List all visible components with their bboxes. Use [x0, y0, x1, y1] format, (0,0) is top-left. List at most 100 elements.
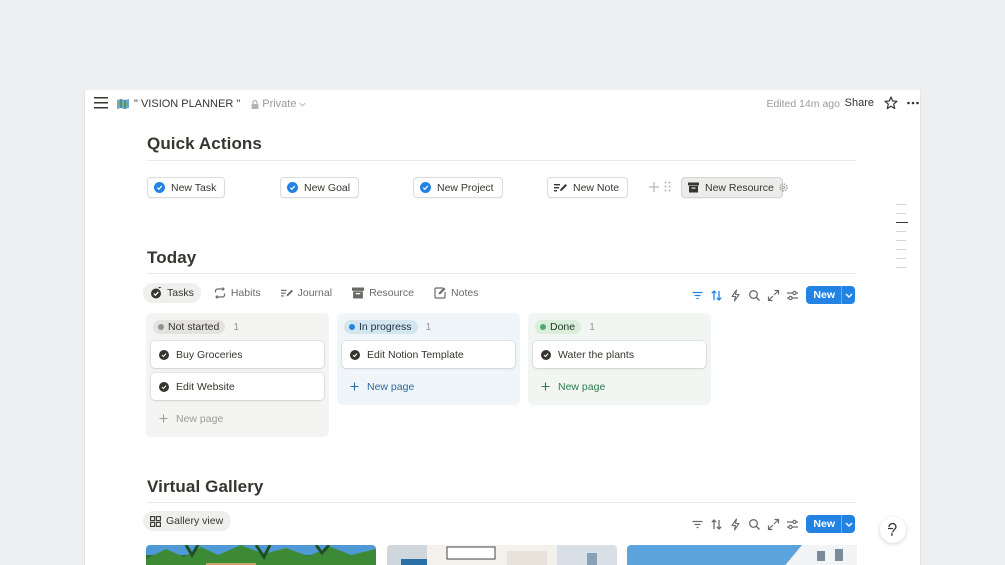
toc-line[interactable]: [896, 231, 906, 232]
gallery-card-image[interactable]: [627, 545, 857, 565]
new-task-dropdown-button[interactable]: New: [806, 286, 855, 304]
tab-notes[interactable]: Notes: [427, 283, 485, 303]
tab-tasks[interactable]: Tasks: [143, 283, 201, 303]
chevron-down-icon[interactable]: [841, 515, 855, 533]
board-column-in-progress: In progress 1 Edit Notion Template New p…: [337, 313, 520, 405]
tab-journal-label: Journal: [297, 287, 333, 299]
notion-page: " VISION PLANNER " Private Edited 14m ag…: [84, 90, 921, 565]
lightning-icon[interactable]: [729, 517, 742, 531]
block-controls: [649, 181, 671, 192]
toc-line[interactable]: [896, 258, 906, 259]
task-card-title: Buy Groceries: [176, 348, 243, 361]
new-page-button[interactable]: New page: [533, 373, 706, 400]
column-count: 1: [425, 320, 432, 333]
status-dot: [158, 323, 164, 330]
help-cursor-icon: [886, 523, 900, 537]
table-of-contents[interactable]: [896, 204, 908, 276]
column-header: Not started 1: [153, 319, 324, 334]
new-project-button[interactable]: New Project: [413, 177, 503, 198]
tab-habits-label: Habits: [230, 287, 261, 299]
expand-icon[interactable]: [767, 518, 780, 531]
toc-line-active[interactable]: [896, 222, 908, 223]
tab-gallery-view[interactable]: Gallery view: [143, 511, 232, 531]
new-page-label: New page: [176, 412, 224, 425]
archive-icon: [688, 182, 699, 193]
new-project-label: New Project: [437, 181, 494, 194]
plus-icon: [541, 382, 550, 391]
new-resource-label: New Resource: [705, 181, 774, 194]
note-pen-icon: [554, 182, 567, 193]
expand-icon[interactable]: [767, 289, 780, 302]
gallery-card-image[interactable]: [387, 545, 617, 565]
plus-icon[interactable]: [649, 181, 659, 192]
sort-icon[interactable]: [710, 289, 723, 302]
page-title[interactable]: " VISION PLANNER ": [134, 98, 240, 110]
gear-icon[interactable]: [778, 182, 789, 193]
lock-icon: [251, 99, 259, 109]
more-options-icon[interactable]: [906, 96, 920, 110]
tab-habits[interactable]: Habits: [207, 283, 268, 303]
task-card[interactable]: Water the plants: [533, 341, 706, 368]
gallery-view-label: Gallery view: [166, 515, 224, 527]
heading-divider: [147, 160, 856, 161]
privacy-label: Private: [262, 98, 297, 110]
new-task-label: New Task: [171, 181, 217, 194]
chevron-down-icon[interactable]: [841, 286, 855, 304]
status-badge: In progress: [344, 319, 418, 334]
toc-line[interactable]: [896, 267, 906, 268]
virtual-gallery-heading: Virtual Gallery: [147, 477, 264, 496]
new-page-button[interactable]: New page: [342, 373, 515, 400]
gallery-card-image[interactable]: [146, 545, 376, 565]
star-icon[interactable]: [884, 96, 898, 110]
new-button-label[interactable]: New: [806, 518, 841, 530]
task-card[interactable]: Edit Notion Template: [342, 341, 515, 368]
search-icon[interactable]: [748, 518, 761, 531]
new-goal-button[interactable]: New Goal: [280, 177, 360, 198]
map-icon: [117, 99, 129, 109]
drag-handle-icon[interactable]: [664, 181, 671, 192]
check-circle-icon: [420, 182, 431, 193]
edit-icon: [434, 287, 446, 299]
new-task-button[interactable]: New Task: [147, 177, 226, 198]
toc-line[interactable]: [896, 213, 906, 214]
help-button[interactable]: [880, 517, 906, 543]
quick-actions-heading: Quick Actions: [147, 134, 262, 153]
task-card[interactable]: Edit Website: [151, 373, 324, 400]
column-header: Done 1: [535, 319, 706, 334]
column-count: 1: [233, 320, 240, 333]
breadcrumb[interactable]: " VISION PLANNER " Private: [117, 96, 306, 112]
status-dot: [349, 323, 355, 330]
sort-icon[interactable]: [710, 518, 723, 531]
new-resource-button[interactable]: New Resource: [681, 177, 783, 198]
new-page-button[interactable]: New page: [151, 405, 324, 432]
board-column-done: Done 1 Water the plants New page: [528, 313, 711, 405]
task-card[interactable]: Buy Groceries: [151, 341, 324, 368]
new-button-label[interactable]: New: [806, 289, 841, 301]
toc-line[interactable]: [896, 240, 906, 241]
share-button[interactable]: Share: [845, 97, 874, 109]
heading-divider: [147, 273, 856, 274]
status-label: Done: [550, 320, 576, 333]
filter-icon[interactable]: [691, 289, 704, 302]
toc-line[interactable]: [896, 249, 906, 250]
gallery-toolbar: New: [691, 515, 855, 533]
journal-pen-icon: [280, 287, 293, 299]
new-gallery-item-button[interactable]: New: [806, 515, 855, 533]
menu-icon[interactable]: [94, 97, 108, 109]
gallery-grid-icon: [150, 515, 161, 527]
settings-sliders-icon[interactable]: [786, 518, 799, 531]
filter-icon[interactable]: [691, 518, 704, 531]
column-count: 1: [589, 320, 595, 333]
check-circle-icon: [154, 182, 165, 193]
lightning-icon[interactable]: [729, 288, 742, 302]
toc-line[interactable]: [896, 204, 906, 205]
plus-icon: [159, 414, 168, 423]
tab-tasks-label: Tasks: [167, 287, 194, 299]
settings-sliders-icon[interactable]: [786, 289, 799, 302]
heading-divider: [147, 502, 856, 503]
tab-resource[interactable]: Resource: [345, 283, 421, 303]
tab-journal[interactable]: Journal: [274, 283, 339, 303]
new-note-button[interactable]: New Note: [547, 177, 629, 198]
privacy-indicator[interactable]: Private: [251, 98, 306, 110]
search-icon[interactable]: [748, 289, 761, 302]
